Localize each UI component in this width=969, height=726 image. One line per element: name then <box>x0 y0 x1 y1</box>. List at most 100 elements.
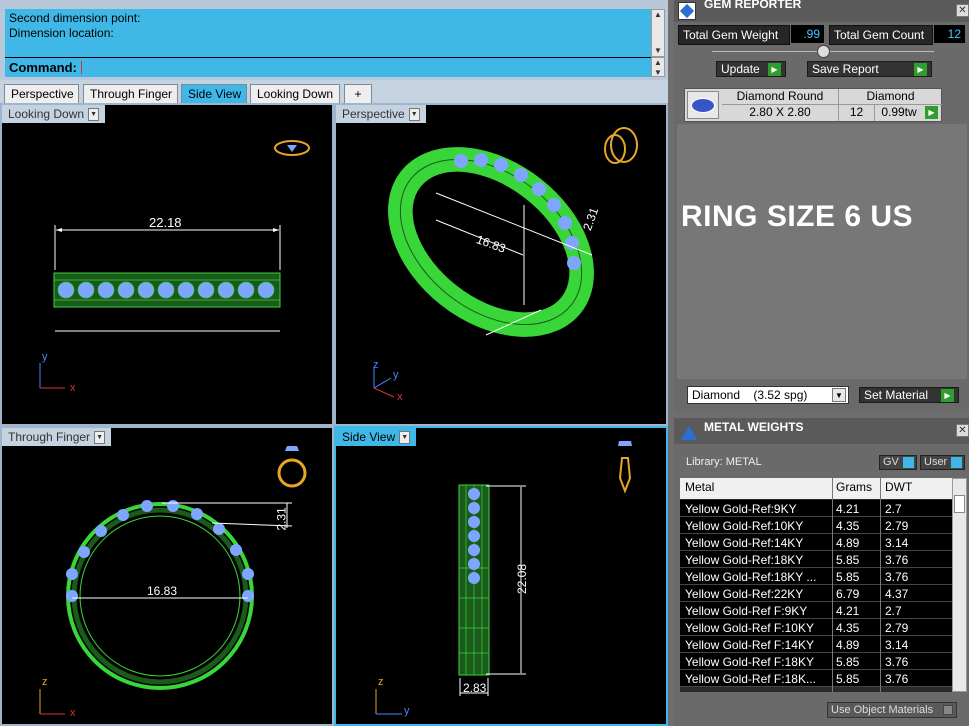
metal-dwt: 3.76 <box>885 672 909 686</box>
metal-grams: 4.89 <box>836 638 860 652</box>
close-icon[interactable]: ✕ <box>956 4 969 17</box>
add-tab-button[interactable]: + <box>344 84 372 103</box>
looking-down-canvas[interactable] <box>2 105 332 424</box>
metal-name: Yellow Gold-Ref:18KY <box>685 553 804 567</box>
tab-perspective[interactable]: Perspective <box>4 84 79 103</box>
dimension-label-width: 2.83 <box>463 681 487 695</box>
command-history-scrollbar[interactable]: ▲ ▼ <box>651 9 665 57</box>
metal-name: Yellow Gold-Ref F:10KY <box>685 621 814 635</box>
viewport-side-view[interactable]: 22.08 2.83 z y Side View ▼ <box>334 426 668 726</box>
table-row[interactable]: Yellow Gold-Ref F:10KY 4.35 2.79 <box>680 619 952 636</box>
slider-handle[interactable] <box>817 45 830 58</box>
play-icon: ▶ <box>768 62 781 76</box>
gv-toggle-label: GV <box>883 456 899 468</box>
ring-size-note: RING SIZE 6 US <box>681 200 914 233</box>
scroll-down-icon[interactable]: ▼ <box>652 46 664 56</box>
tab-looking-down[interactable]: Looking Down <box>250 84 340 103</box>
user-toggle[interactable]: User <box>920 455 965 470</box>
scrollbar-thumb[interactable] <box>954 495 965 513</box>
viewport-through-finger[interactable]: 16.83 2.31 z x Through Finger ▼ <box>0 426 334 726</box>
use-object-materials-toggle[interactable]: Use Object Materials <box>827 702 957 718</box>
user-toggle-label: User <box>924 456 948 468</box>
table-row[interactable]: Yellow Gold-Ref F:18KY 5.85 3.76 <box>680 653 952 670</box>
chevron-down-icon[interactable]: ▼ <box>408 107 420 121</box>
viewport-label[interactable]: Perspective ▼ <box>336 105 426 123</box>
metal-grams: 4.21 <box>836 502 860 516</box>
total-gem-weight-value: .99 <box>791 25 824 43</box>
metal-table-scrollbar[interactable] <box>952 478 967 692</box>
total-gem-weight-label: Total Gem Weight <box>678 25 790 45</box>
library-label: Library: METAL <box>686 456 762 468</box>
table-header: Metal Grams DWT <box>680 478 952 499</box>
table-row[interactable]: Yellow Gold-Ref F:9KY 4.21 2.7 <box>680 602 952 619</box>
axis-x-label: x <box>70 707 76 719</box>
chevron-down-icon[interactable]: ▼ <box>88 107 100 121</box>
column-header-metal[interactable]: Metal <box>685 480 833 494</box>
gem-reporter-icon <box>678 2 696 20</box>
total-gem-count-value: 12 <box>934 25 965 43</box>
metal-grams: 4.35 <box>836 519 860 533</box>
metal-grams: 5.85 <box>836 655 860 669</box>
set-material-label: Set Material <box>864 388 929 402</box>
through-finger-canvas[interactable] <box>2 428 332 724</box>
column-header-grams[interactable]: Grams <box>836 480 878 494</box>
gem-shape-header: Diamond Round <box>722 89 839 105</box>
table-row[interactable]: Yellow Gold-Ref:18KY ... 5.85 3.76 <box>680 568 952 585</box>
viewport-title: Looking Down <box>8 107 85 121</box>
dimension-label-thickness: 2.31 <box>274 507 289 531</box>
tab-through-finger[interactable]: Through Finger <box>83 84 178 103</box>
table-row[interactable]: Yellow Gold-Ref:9KY 4.21 2.7 <box>680 500 952 517</box>
column-divider <box>832 478 833 692</box>
table-row[interactable]: Yellow Gold-Ref F:18K... 5.85 3.76 <box>680 670 952 687</box>
perspective-canvas[interactable] <box>336 105 666 424</box>
metal-table[interactable]: Metal Grams DWT Yellow Gold-Ref:9KY 4.21 2… <box>680 478 952 692</box>
update-button[interactable]: Update ▶ <box>716 61 786 77</box>
viewport-perspective[interactable]: 16.83 2.31 z y x Perspective ▼ <box>334 103 668 426</box>
metal-name: Yellow Gold-Ref:10KY <box>685 519 804 533</box>
gem-list-item[interactable]: Diamond Round Diamond 2.80 X 2.80 12 0.9… <box>684 88 942 122</box>
viewport-looking-down[interactable]: 22.18 y x Looking Down ▼ <box>0 103 334 426</box>
gv-toggle[interactable]: GV <box>879 455 917 470</box>
axis-z-label: z <box>373 359 379 371</box>
column-divider <box>880 478 881 692</box>
column-header-dwt[interactable]: DWT <box>885 480 945 494</box>
command-history-line: Dimension location: <box>9 26 114 40</box>
material-select[interactable]: Diamond (3.52 spg) ▼ <box>687 386 849 404</box>
set-material-button[interactable]: Set Material ▶ <box>859 387 959 403</box>
diamond-round-icon <box>687 91 719 119</box>
viewport-label[interactable]: Through Finger ▼ <box>2 428 112 446</box>
table-row[interactable]: Yellow Gold-Ref F:14KY 4.89 3.14 <box>680 636 952 653</box>
viewport-label[interactable]: Side View ▼ <box>336 428 417 446</box>
table-row[interactable]: Yellow Gold-Ref:22KY 6.79 4.37 <box>680 585 952 602</box>
chevron-down-icon[interactable]: ▼ <box>832 388 846 402</box>
side-view-canvas[interactable] <box>336 428 666 724</box>
metal-dwt: 2.7 <box>885 604 902 618</box>
tab-side-view[interactable]: Side View <box>181 84 247 103</box>
close-icon[interactable]: ✕ <box>956 424 969 437</box>
table-row[interactable]: Yellow Gold-Ref:18KY 5.85 3.76 <box>680 551 952 568</box>
viewport-label[interactable]: Looking Down ▼ <box>2 105 106 123</box>
metal-name: Yellow Gold-Ref F:18KY <box>685 655 814 669</box>
metal-dwt: 3.14 <box>885 638 909 652</box>
spin-up-icon[interactable]: ▲ <box>652 58 664 68</box>
chevron-down-icon[interactable]: ▼ <box>94 430 106 444</box>
axis-y-label: y <box>404 705 410 717</box>
dimension-label-length: 22.08 <box>515 563 530 595</box>
table-row[interactable]: Yellow Gold-Ref:14KY 4.89 3.14 <box>680 534 952 551</box>
dimension-label: 22.18 <box>149 215 182 230</box>
command-input[interactable] <box>80 61 82 74</box>
scroll-up-icon[interactable]: ▲ <box>652 10 664 20</box>
metal-dwt: 3.76 <box>885 553 909 567</box>
checkbox-icon <box>943 705 953 715</box>
viewport-title: Side View <box>342 430 396 444</box>
save-report-button[interactable]: Save Report ▶ <box>807 61 932 77</box>
table-row[interactable]: Yellow Gold-Ref:10KY 4.35 2.79 <box>680 517 952 534</box>
command-line-spinner[interactable]: ▲ ▼ <box>651 57 665 77</box>
gem-notes-area <box>677 124 967 379</box>
spin-down-icon[interactable]: ▼ <box>652 68 664 78</box>
gem-detail-icon[interactable]: ▶ <box>925 106 938 119</box>
viewport-title: Perspective <box>342 107 405 121</box>
command-line[interactable]: Command: <box>5 57 651 77</box>
metal-dwt: 4.37 <box>885 587 909 601</box>
chevron-down-icon[interactable]: ▼ <box>399 430 411 444</box>
